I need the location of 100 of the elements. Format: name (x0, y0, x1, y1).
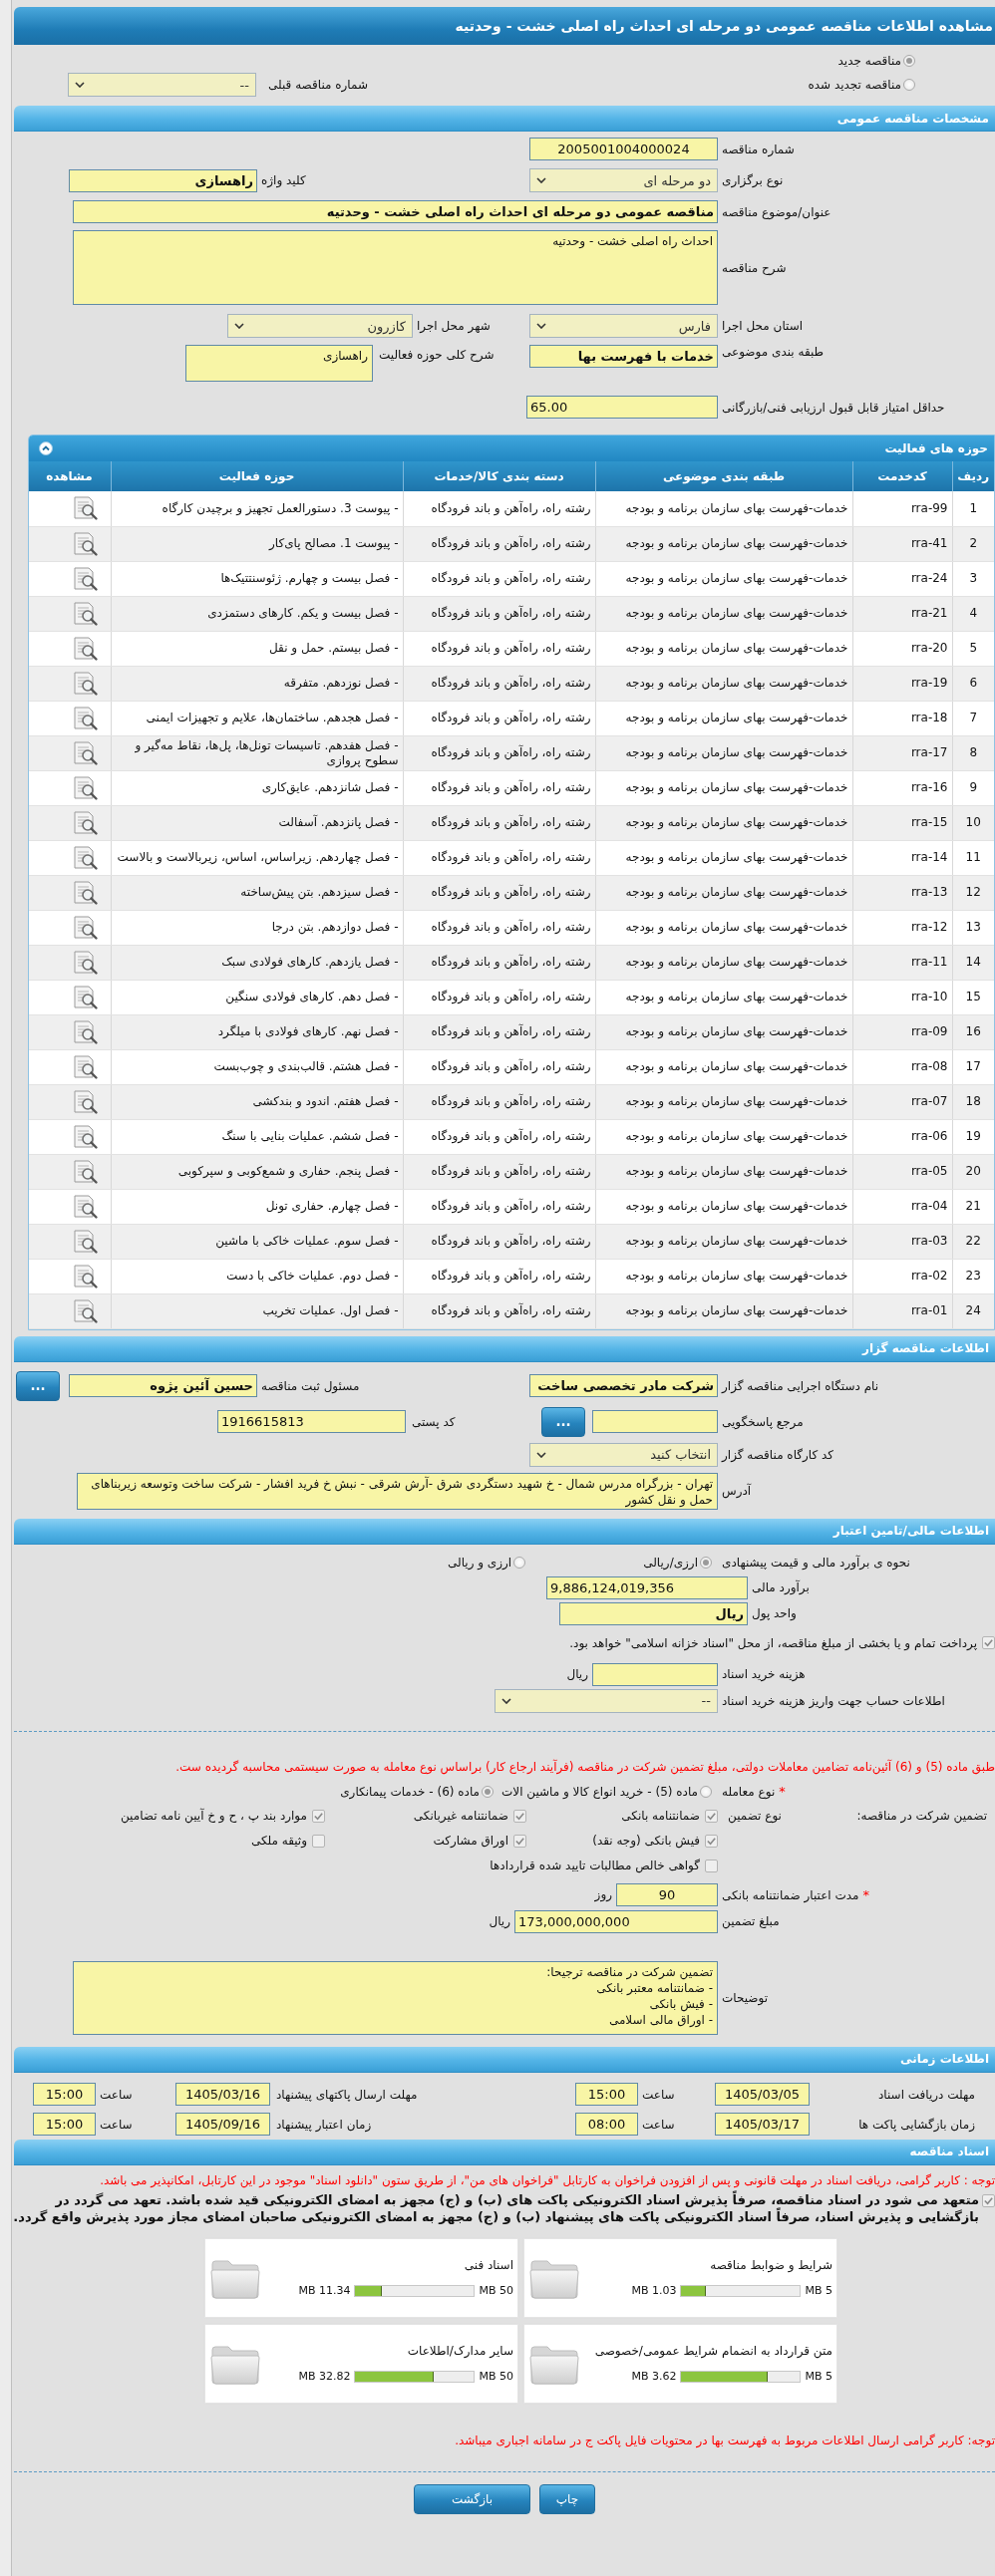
size-limit: 50 MB (479, 2284, 513, 2297)
table-cell: - فصل چهاردهم. زیراساس، اساس، زیربالاست و بالاست (111, 840, 403, 875)
activity-summary-textarea[interactable]: راهسازی (185, 345, 373, 382)
required-mark: * (779, 1784, 786, 1799)
table-cell: 20 (952, 1154, 994, 1189)
browse-button[interactable]: ... (541, 1406, 585, 1437)
page-title: مشاهده اطلاعات مناقصه عمومی دو مرحله ای احداث راه اصلی خشت - وحدتیه (455, 18, 993, 34)
respondent-field[interactable] (592, 1410, 718, 1433)
action-button[interactable]: چاپ (539, 2483, 595, 2514)
guarantee-amount-field[interactable]: 173,000,000,000 (514, 1909, 718, 1933)
radio-button[interactable] (903, 55, 915, 67)
procedure-select[interactable]: دو مرحله ای (529, 168, 718, 192)
notes-textarea[interactable]: تضمین شرکت در مناقصه ترجیحا: - ضمانتنامه معتبر بانکی - فیش بانکی - اوراق مالی اسلامی (73, 1960, 718, 2035)
table-cell: - فصل بیست و چهارم. ژئوسنتتیک‌ها (111, 561, 403, 596)
validity-field[interactable]: 90 (616, 1882, 718, 1906)
table-cell: - فصل هفدهم. تاسیسات تونل‌ها، پل‌ها، نقاط مه‌گیر و سطوح پروازی (111, 735, 403, 770)
tender-number-field[interactable]: 2005001004000024 (529, 138, 718, 160)
agency-field[interactable]: شرکت مادر تخصصی ساخت (529, 1374, 718, 1397)
table-cell: rra-18 (852, 701, 952, 735)
table-cell: خدمات-فهرست بهای سازمان برنامه و بودجه (595, 561, 852, 596)
document-fee-field[interactable] (592, 1662, 718, 1686)
radio-button[interactable] (482, 1785, 494, 1798)
table-cell: rra-08 (852, 1049, 952, 1084)
currency-field[interactable]: ریال (559, 1601, 748, 1625)
radio-button[interactable] (513, 1556, 526, 1569)
collapse-icon[interactable] (39, 441, 53, 455)
size-limit: 5 MB (805, 2284, 832, 2297)
checkbox[interactable] (982, 2193, 995, 2207)
radio-button[interactable] (903, 79, 915, 91)
table-cell: rra-15 (852, 805, 952, 840)
table-cell: 18 (952, 1084, 994, 1119)
classification-field[interactable]: خدمات با فهرست بها (529, 345, 718, 368)
checkbox[interactable] (705, 1834, 718, 1848)
field-label: ساعت (641, 2117, 676, 2132)
table-cell: خدمات-فهرست بهای سازمان برنامه و بودجه (595, 910, 852, 945)
field-label: استان محل اجرا (721, 319, 805, 333)
checkbox[interactable] (312, 1809, 325, 1823)
table-cell: rra-02 (852, 1259, 952, 1293)
table-cell: rra-05 (852, 1154, 952, 1189)
keyword-field[interactable]: راهسازی (69, 168, 257, 192)
time-field[interactable]: 15:00 (33, 2113, 96, 2136)
checkbox[interactable] (705, 1809, 718, 1823)
table-cell: rra-20 (852, 631, 952, 666)
table-cell: رشته راه، راه‌آهن و باند فرودگاه (403, 840, 595, 875)
file-name: متن قرارداد به انضمام شرایط عمومی/خصوصی (593, 2344, 832, 2358)
previous-tender-select[interactable]: -- (68, 73, 256, 97)
estimate-field[interactable]: 9,886,124,019,356 (546, 1575, 748, 1599)
date-field[interactable]: 1405/03/16 (175, 2083, 270, 2106)
table-cell: rra-19 (852, 666, 952, 701)
checkbox[interactable] (312, 1834, 325, 1848)
time-field[interactable]: 15:00 (33, 2083, 96, 2106)
city-select[interactable]: کازرون (227, 314, 413, 338)
table-cell: رشته راه، راه‌آهن و باند فرودگاه (403, 1154, 595, 1189)
time-field[interactable]: 08:00 (575, 2113, 638, 2136)
description-textarea[interactable]: احداث راه اصلی خشت - وحدتیه (73, 230, 718, 305)
table-cell: 24 (952, 1293, 994, 1328)
table-cell: rra-01 (852, 1293, 952, 1328)
field-label: کد کارگاه مناقصه گزار (720, 1447, 835, 1462)
table-cell: 2 (952, 526, 994, 561)
table-cell: رشته راه، راه‌آهن و باند فرودگاه (403, 735, 595, 770)
file-size: 32.82 MB (298, 2370, 351, 2383)
action-button[interactable]: بازگشت (414, 2483, 530, 2514)
table-cell: خدمات-فهرست بهای سازمان برنامه و بودجه (595, 631, 852, 666)
date-field[interactable]: 1405/09/16 (175, 2113, 270, 2136)
table-cell: - فصل نوزدهم. متفرقه (111, 666, 403, 701)
field-label: زمان بازگشایی پاکت ها (857, 2117, 975, 2132)
date-field[interactable]: 1405/03/05 (715, 2083, 810, 2106)
radio-button[interactable] (700, 1556, 712, 1569)
subject-field[interactable]: مناقصه عمومی دو مرحله ای احداث راه اصلی خشت - وحدتیه (73, 200, 718, 223)
field-label: آدرس (721, 1484, 753, 1498)
table-cell: rra-41 (852, 526, 952, 561)
radio-button[interactable] (700, 1785, 712, 1798)
browse-button[interactable]: ... (16, 1370, 60, 1401)
registrar-field[interactable]: حسین آئین پژوه (69, 1374, 257, 1397)
field-label: نوع تضمین (727, 1808, 783, 1823)
workshop-select[interactable]: انتخاب کنید (529, 1442, 718, 1467)
table-cell: 15 (952, 980, 994, 1014)
date-field[interactable]: 1405/03/17 (715, 2113, 810, 2136)
min-score-field[interactable]: 65.00 (526, 396, 718, 419)
checkbox[interactable] (705, 1859, 718, 1872)
unit-label: ریال (489, 1914, 510, 1928)
field-label: نوع برگزاری (721, 173, 785, 187)
field-label: شماره مناقصه (721, 142, 796, 156)
fee-account-select[interactable]: -- (495, 1688, 718, 1713)
table-cell: رشته راه، راه‌آهن و باند فرودگاه (403, 805, 595, 840)
table-cell: - فصل سیزدهم. بتن پیش‌ساخته (111, 875, 403, 910)
address-textarea[interactable]: تهران - بزرگراه مدرس شمال - خ شهید دستگردی شرق -آرش شرقی - نبش خ فرید افشار - شرکت ساخت وتوسعه زیربناهای حمل و نقل کشور (77, 1472, 718, 1510)
checkbox[interactable] (982, 1636, 995, 1649)
checkbox[interactable] (513, 1834, 526, 1848)
column-header: کدخدمت (852, 461, 952, 491)
section-title: اطلاعات مناقصه گزار (862, 1341, 989, 1355)
province-select[interactable]: فارس (529, 314, 718, 338)
table-cell: رشته راه، راه‌آهن و باند فرودگاه (403, 1259, 595, 1293)
table-cell: رشته راه، راه‌آهن و باند فرودگاه (403, 666, 595, 701)
checkbox-label: وثیقه ملکی (250, 1834, 307, 1848)
time-field[interactable]: 15:00 (575, 2083, 638, 2106)
file-size: 1.03 MB (631, 2284, 677, 2297)
checkbox[interactable] (513, 1809, 526, 1823)
postal-code-field[interactable]: 1916615813 (217, 1410, 406, 1433)
table-cell: rra-13 (852, 875, 952, 910)
